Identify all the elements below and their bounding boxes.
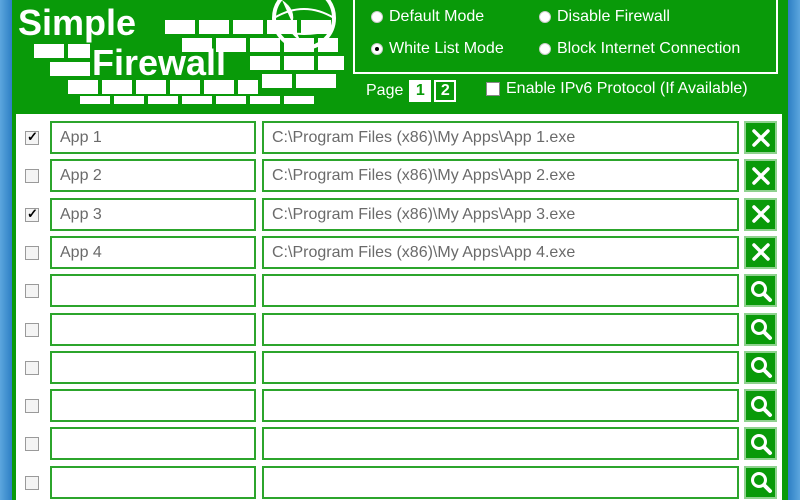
app-name-field[interactable]	[50, 274, 256, 308]
mode-white-list[interactable]: White List Mode	[371, 40, 504, 58]
remove-app-button[interactable]	[744, 159, 777, 193]
app-name-field[interactable]	[50, 312, 256, 346]
window-frame-right	[788, 0, 800, 500]
logo-title-line1: Simple	[18, 2, 137, 43]
app-path-field[interactable]: C:\Program Files (x86)\My Apps\App 4.exe	[262, 235, 739, 269]
remove-app-button[interactable]	[744, 197, 777, 231]
mode-white-list-label: White List Mode	[389, 40, 504, 57]
app-path-field[interactable]	[262, 427, 739, 461]
app-list: App 1C:\Program Files (x86)\My Apps\App …	[16, 114, 782, 500]
search-icon	[749, 279, 773, 303]
app-name-field[interactable]	[50, 389, 256, 423]
app-name-field[interactable]	[50, 350, 256, 384]
ipv6-checkbox-label: Enable IPv6 Protocol (If Available)	[506, 80, 748, 97]
app-name-field[interactable]	[50, 427, 256, 461]
close-icon	[750, 127, 772, 149]
close-icon	[750, 165, 772, 187]
radio-button-selected[interactable]	[371, 43, 383, 55]
browse-app-button[interactable]	[744, 350, 777, 384]
mode-disable-firewall-label: Disable Firewall	[557, 8, 670, 25]
app-path-field[interactable]	[262, 312, 739, 346]
app-name-field[interactable]: App 3	[50, 197, 256, 231]
remove-app-button[interactable]	[744, 235, 777, 269]
app-path-field[interactable]	[262, 389, 739, 423]
app-path-field[interactable]	[262, 465, 739, 499]
app-name-field[interactable]: App 1	[50, 121, 256, 154]
logo-title-line2: Firewall	[92, 42, 227, 83]
search-icon	[749, 317, 773, 341]
app-row: App 4 C:\Program Files (x86)\My Apps\App …	[16, 234, 782, 272]
mode-default-label: Default Mode	[389, 8, 485, 25]
mode-block-internet[interactable]: Block Internet Connection	[539, 40, 740, 58]
app-row	[16, 425, 782, 463]
browse-app-button[interactable]	[744, 389, 777, 423]
app-path-field[interactable]: C:\Program Files (x86)\My Apps\App 1.exe	[262, 121, 739, 154]
app-row: App 2 C:\Program Files (x86)\My Apps\App …	[16, 157, 782, 195]
app-logo: Simple Firewall	[12, 0, 352, 104]
app-row	[16, 349, 782, 387]
app-row	[16, 311, 782, 349]
browse-app-button[interactable]	[744, 465, 777, 499]
browse-app-button[interactable]	[744, 274, 777, 308]
app-row: App 3C:\Program Files (x86)\My Apps\App …	[16, 196, 782, 234]
search-icon	[749, 432, 773, 456]
page-2-button[interactable]: 2	[434, 80, 457, 102]
pagination: Page 1 2	[366, 80, 457, 102]
row-enable-checkbox[interactable]	[25, 206, 39, 222]
app-name-field[interactable]: App 4	[50, 235, 256, 269]
search-icon	[749, 470, 773, 494]
app-path-field[interactable]: C:\Program Files (x86)\My Apps\App 3.exe	[262, 197, 739, 231]
browse-app-button[interactable]	[744, 427, 777, 461]
app-row	[16, 272, 782, 310]
remove-app-button[interactable]	[744, 121, 777, 154]
app-name-field[interactable]	[50, 465, 256, 499]
row-enable-checkbox[interactable]	[25, 284, 39, 299]
app-window: Simple Firewall Default Mode Disable Fir…	[12, 0, 788, 500]
row-enable-checkbox[interactable]	[25, 360, 39, 375]
app-row	[16, 464, 782, 500]
app-path-field[interactable]	[262, 350, 739, 384]
app-path-field[interactable]	[262, 274, 739, 308]
radio-button[interactable]	[539, 11, 551, 23]
search-icon	[749, 355, 773, 379]
search-icon	[749, 394, 773, 418]
close-icon	[750, 241, 772, 263]
radio-button[interactable]	[539, 43, 551, 55]
row-enable-checkbox[interactable]	[25, 129, 39, 145]
page-label: Page	[366, 82, 404, 99]
ipv6-checkbox[interactable]: Enable IPv6 Protocol (If Available)	[486, 80, 748, 98]
row-enable-checkbox[interactable]	[25, 475, 39, 490]
app-row: App 1C:\Program Files (x86)\My Apps\App …	[16, 119, 782, 157]
close-icon	[750, 203, 772, 225]
app-row	[16, 387, 782, 425]
mode-default[interactable]: Default Mode	[371, 8, 484, 26]
browse-app-button[interactable]	[744, 312, 777, 346]
mode-disable-firewall[interactable]: Disable Firewall	[539, 8, 670, 26]
row-enable-checkbox[interactable]	[25, 322, 39, 337]
row-enable-checkbox[interactable]	[25, 245, 39, 260]
radio-button[interactable]	[371, 11, 383, 23]
row-enable-checkbox[interactable]	[25, 399, 39, 414]
row-enable-checkbox[interactable]	[25, 437, 39, 452]
app-path-field[interactable]: C:\Program Files (x86)\My Apps\App 2.exe	[262, 159, 739, 193]
mode-selector: Default Mode Disable Firewall White List…	[353, 0, 778, 74]
row-enable-checkbox[interactable]	[25, 169, 39, 184]
ipv6-checkbox-box[interactable]	[486, 82, 500, 96]
mode-block-internet-label: Block Internet Connection	[557, 40, 741, 57]
window-frame-left	[0, 0, 12, 500]
page-1-button[interactable]: 1	[409, 80, 432, 102]
app-name-field[interactable]: App 2	[50, 159, 256, 193]
